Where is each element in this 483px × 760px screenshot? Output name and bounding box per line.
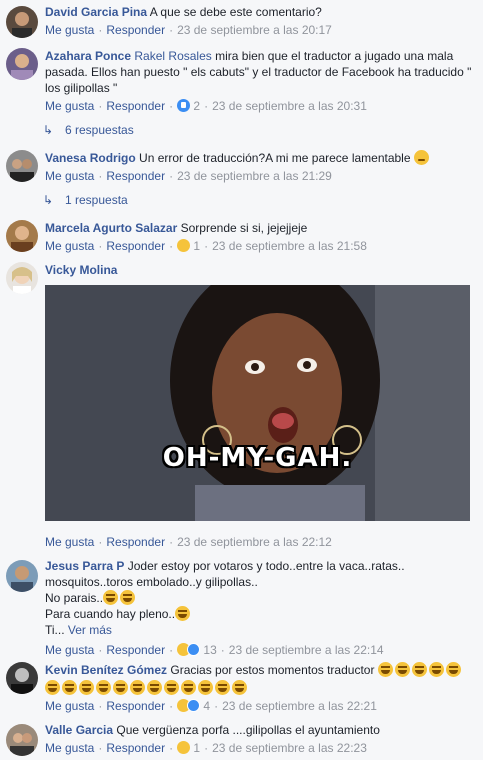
laughing-emoji-icon [175,606,191,621]
emoji-row [45,680,473,696]
comment-timestamp[interactable]: 23 de septiembre a las 21:58 [212,239,367,253]
laughing-emoji-icon [147,680,162,695]
comment-text: mosquitos..toros embolado..y gilipollas.… [45,575,258,589]
comment-author[interactable]: Valle Garcia [45,723,113,737]
comment-text: Joder estoy por votaros y todo..entre la… [127,559,405,573]
comment-timestamp[interactable]: 23 de septiembre a las 22:12 [177,535,332,549]
comment-timestamp[interactable]: 23 de septiembre a las 22:23 [212,741,367,755]
comment-timestamp[interactable]: 23 de septiembre a las 20:17 [177,23,332,37]
comment-author[interactable]: Jesus Parra P [45,559,124,573]
reply-link[interactable]: Responder [106,239,165,253]
comment-author[interactable]: David Garcia Pina [45,5,147,19]
comment-text: Que vergüenza porfa ....gilipollas el ay… [116,723,380,737]
laughing-emoji-icon [45,680,60,695]
reply-arrow-icon: ↳ [43,123,54,137]
smirk-emoji-icon [413,150,429,165]
reactions-count[interactable]: 13 [203,643,216,657]
avatar[interactable] [6,560,38,592]
laughing-emoji-icon [181,680,196,695]
avatar[interactable] [6,220,38,252]
laughing-emoji-icon [96,680,111,695]
comment-text: Gracias por estos momentos traductor [170,663,375,677]
avatar[interactable] [6,6,38,38]
comment-text-line: Para cuando hay pleno.. [45,606,473,622]
laughing-emoji-icon [113,680,128,695]
avatar[interactable] [6,48,38,80]
view-replies-link[interactable]: ↳ 6 respuestas [43,122,134,138]
laughing-emoji-icon [428,662,444,677]
comment-text: Sorprende si si, jejejjeje [180,221,308,235]
laughing-emoji-icon [120,590,136,605]
haha-reaction-icon [177,741,191,754]
like-link[interactable]: Me gusta [45,699,94,713]
comment-text-line: No parais.. [45,590,473,606]
like-link[interactable]: Me gusta [45,239,94,253]
like-link[interactable]: Me gusta [45,643,94,657]
avatar[interactable] [6,662,38,694]
comment-author[interactable]: Marcela Agurto Salazar [45,221,177,235]
laughing-emoji-icon [103,590,119,605]
reply-link[interactable]: Responder [106,23,165,37]
see-more-link[interactable]: Ver más [68,623,112,637]
reply-link[interactable]: Responder [106,643,165,657]
reply-link[interactable]: Responder [106,535,165,549]
reply-arrow-icon: ↳ [43,193,54,207]
laughing-emoji-icon [215,680,230,695]
laughing-emoji-icon [377,662,393,677]
gif-image[interactable]: OH-MY-GAH. [45,285,470,521]
laughing-emoji-icon [411,662,427,677]
reply-link[interactable]: Responder [106,699,165,713]
wow-reaction-icon [187,643,201,656]
comment-text: A que se debe este comentario? [149,5,322,19]
laughing-emoji-icon [198,680,213,695]
like-link[interactable]: Me gusta [45,535,94,549]
avatar[interactable] [6,150,38,182]
mention-link[interactable]: Rakel Rosales [134,49,211,63]
avatar[interactable] [6,724,38,756]
reply-link[interactable]: Responder [106,741,165,755]
comment-text-line: Ti... Ver más [45,623,112,637]
like-reaction-icon [177,99,191,112]
comment-author[interactable]: Azahara Ponce [45,49,131,63]
sad-reaction-icon [177,239,191,252]
laughing-emoji-icon [394,662,410,677]
comment-timestamp[interactable]: 23 de septiembre a las 22:21 [222,699,377,713]
comment-timestamp[interactable]: 23 de septiembre a las 22:14 [229,643,384,657]
reply-link[interactable]: Responder [106,169,165,183]
like-link[interactable]: Me gusta [45,99,94,113]
comment-timestamp[interactable]: 23 de septiembre a las 21:29 [177,169,332,183]
avatar[interactable] [6,262,38,294]
comment-timestamp[interactable]: 23 de septiembre a las 20:31 [212,99,367,113]
laughing-emoji-icon [232,680,247,695]
like-link[interactable]: Me gusta [45,23,94,37]
laughing-emoji-icon [79,680,94,695]
gif-caption: OH-MY-GAH. [162,443,353,473]
reply-link[interactable]: Responder [106,99,165,113]
laughing-emoji-icon [164,680,179,695]
view-replies-link[interactable]: ↳ 1 respuesta [43,192,128,208]
like-link[interactable]: Me gusta [45,741,94,755]
comment-text: Un error de traducción?A mi me parece la… [139,151,411,165]
like-link[interactable]: Me gusta [45,169,94,183]
comment-author[interactable]: Vicky Molina [45,263,117,277]
emoji-row [377,662,463,677]
comment-author[interactable]: Kevin Benítez Gómez [45,663,167,677]
gif-face-illustration [45,285,470,521]
laughing-emoji-icon [445,662,461,677]
comment-author[interactable]: Vanesa Rodrigo [45,151,136,165]
wow-reaction-icon [187,699,201,712]
laughing-emoji-icon [130,680,145,695]
laughing-emoji-icon [62,680,77,695]
